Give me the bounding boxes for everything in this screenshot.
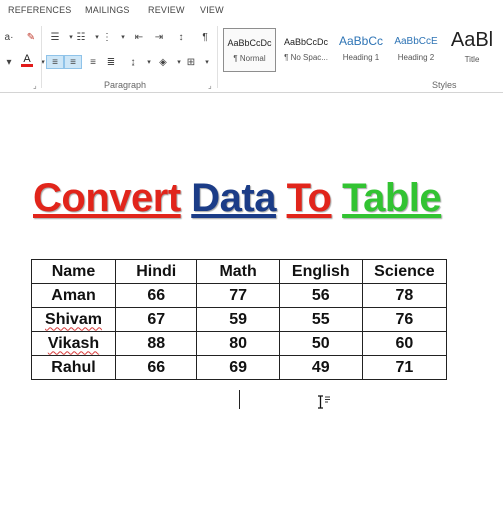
header-english[interactable]: English — [278, 259, 363, 284]
align-right-icon[interactable]: ≡ — [84, 55, 102, 69]
style-name: Title — [464, 55, 480, 64]
text-effects-icon[interactable]: ▾ — [0, 55, 18, 69]
marks-table[interactable]: Name Hindi Math English Science Aman 66 … — [31, 259, 448, 380]
table-cell[interactable]: 59 — [196, 307, 280, 332]
header-math[interactable]: Math — [196, 259, 280, 284]
title-word-convert: Convert — [33, 176, 181, 220]
table-row: Vikash 88 80 50 60 — [31, 331, 448, 356]
title-word-table: Table — [342, 176, 442, 220]
group-separator — [41, 26, 42, 88]
style-normal[interactable]: AaBbCcDc ¶ Normal — [223, 28, 276, 72]
table-cell[interactable]: 71 — [361, 355, 448, 380]
style-sample: AaBbCcDc — [227, 38, 272, 48]
table-cell[interactable]: 69 — [196, 355, 280, 380]
text-caret — [239, 390, 240, 409]
document-title: Convert Data To Table — [33, 172, 442, 224]
student-name: Aman — [51, 286, 96, 304]
decrease-indent-icon[interactable]: ⇤ — [130, 30, 148, 44]
style-no-spacing[interactable]: AaBbCcDc ¶ No Spac... — [279, 28, 333, 72]
style-sample: AaBbCcE — [394, 36, 438, 47]
style-heading-1[interactable]: AaBbCc Heading 1 — [335, 28, 387, 72]
show-formatting-marks-icon[interactable]: ¶ — [196, 30, 214, 44]
table-cell[interactable]: Shivam — [31, 307, 116, 332]
table-row: Rahul 66 69 49 71 — [31, 355, 448, 380]
table-row: Aman 66 77 56 78 — [31, 283, 448, 308]
tab-mailings[interactable]: MAILINGS — [85, 5, 130, 15]
ibeam-cursor-icon — [318, 395, 330, 409]
style-name: Heading 2 — [397, 53, 435, 62]
student-name: Vikash — [47, 334, 100, 352]
borders-dropdown-icon[interactable]: ▾ — [198, 55, 216, 69]
student-name: Shivam — [45, 310, 102, 328]
table-header-row: Name Hindi Math English Science — [31, 259, 448, 284]
paragraph-group-label: Paragraph — [104, 80, 147, 90]
table-cell[interactable]: Vikash — [31, 331, 116, 356]
tab-view[interactable]: VIEW — [200, 5, 224, 15]
clear-formatting-icon[interactable]: ✎ — [22, 30, 40, 44]
table-cell[interactable]: Aman — [31, 283, 116, 308]
table-cell[interactable]: 77 — [196, 283, 280, 308]
align-center-icon[interactable]: ≡ — [64, 55, 82, 69]
style-name: ¶ Normal — [233, 54, 266, 63]
font-color-swatch — [21, 63, 33, 67]
tab-review[interactable]: REVIEW — [148, 5, 185, 15]
style-heading-2[interactable]: AaBbCcE Heading 2 — [390, 28, 442, 72]
paragraph-dialog-launcher-icon[interactable]: ⌟ — [208, 81, 212, 90]
table-row: Shivam 67 59 55 76 — [31, 307, 448, 332]
title-word-data: Data — [191, 176, 276, 220]
table-cell[interactable]: 78 — [361, 283, 448, 308]
tab-references[interactable]: REFERENCES — [8, 5, 72, 15]
table-cell[interactable]: 88 — [114, 331, 198, 356]
justify-icon[interactable]: ≣ — [102, 55, 120, 69]
style-sample: AaBbCc — [338, 34, 384, 48]
table-cell[interactable]: Rahul — [31, 355, 116, 380]
style-sample: AaBbCcDc — [283, 37, 328, 47]
table-cell[interactable]: 67 — [114, 307, 198, 332]
table-cell[interactable]: 60 — [361, 331, 448, 356]
title-word-to: To — [286, 176, 332, 220]
font-size-decrease-icon[interactable]: a· — [0, 30, 18, 44]
header-science[interactable]: Science — [361, 259, 448, 284]
ribbon-tab-bar: REFERENCES MAILINGS REVIEW VIEW — [0, 0, 503, 22]
style-name: ¶ No Spac... — [284, 53, 328, 62]
group-separator — [217, 26, 218, 88]
ribbon: a· ✎ ▾ A ▾ ☰ ▾ ☷ ▾ ⋮ ▾ ⇤ ⇥ ↕ ¶ ≡ ≡ ≡ ≣ ↨… — [0, 22, 503, 93]
increase-indent-icon[interactable]: ⇥ — [150, 30, 168, 44]
sort-icon[interactable]: ↕ — [172, 30, 190, 44]
header-hindi[interactable]: Hindi — [114, 259, 198, 284]
table-cell[interactable]: 76 — [361, 307, 448, 332]
table-cell[interactable]: 49 — [278, 355, 363, 380]
style-sample: AaBl — [450, 29, 494, 51]
table-cell[interactable]: 80 — [196, 331, 280, 356]
student-name: Rahul — [51, 358, 96, 376]
table-cell[interactable]: 56 — [278, 283, 363, 308]
align-left-icon[interactable]: ≡ — [46, 55, 64, 69]
font-color-letter: A — [23, 52, 31, 65]
table-cell[interactable]: 50 — [278, 331, 363, 356]
header-name[interactable]: Name — [31, 259, 116, 284]
styles-group-label: Styles — [432, 80, 457, 90]
style-name: Heading 1 — [342, 53, 380, 62]
style-title[interactable]: AaBl Title — [446, 28, 498, 72]
font-dialog-launcher-icon[interactable]: ⌟ — [33, 81, 37, 90]
table-cell[interactable]: 66 — [114, 355, 198, 380]
table-cell[interactable]: 66 — [114, 283, 198, 308]
table-cell[interactable]: 55 — [278, 307, 363, 332]
